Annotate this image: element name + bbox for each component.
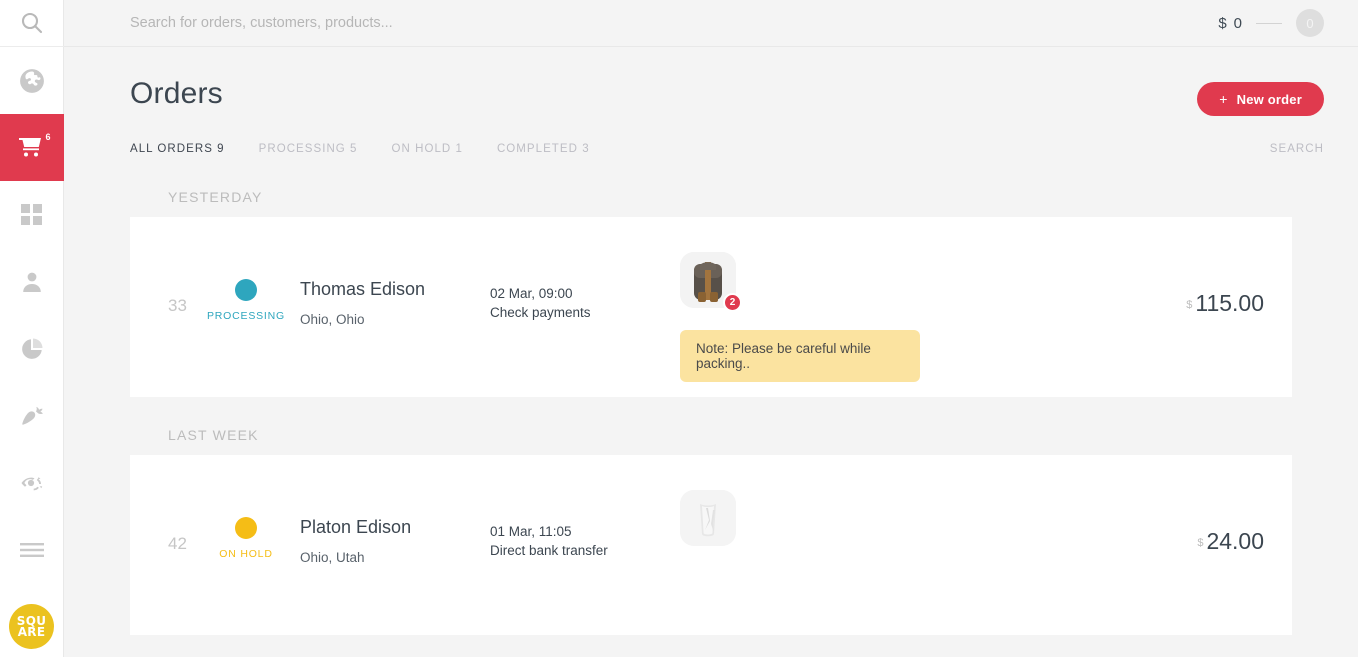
order-items (680, 455, 1062, 546)
grid-icon (20, 203, 43, 226)
sidebar-item-orders[interactable]: 6 (0, 114, 64, 181)
pie-chart-icon (20, 337, 44, 361)
tab-all-orders[interactable]: ALL ORDERS 9 (130, 143, 225, 155)
order-status: ON HOLD (192, 455, 300, 560)
order-payment-method: Direct bank transfer (490, 542, 608, 558)
order-date: 02 Mar, 09:00 (490, 286, 573, 301)
sidebar-item-customers[interactable] (0, 248, 64, 315)
price-currency: $ (1186, 299, 1193, 311)
cart-currency: $ (1218, 14, 1227, 32)
globe-icon (19, 68, 45, 94)
sidebar-item-analytics[interactable] (0, 315, 64, 382)
price-value: 115.00 (1195, 290, 1264, 316)
sidebar-item-dashboard[interactable] (0, 181, 64, 248)
cart-count-badge[interactable]: 0 (1296, 9, 1324, 37)
order-note: Note: Please be careful while packing.. (680, 330, 920, 382)
order-price: $24.00 (1062, 455, 1292, 555)
eye-sync-icon (19, 472, 45, 494)
order-date: 01 Mar, 11:05 (490, 524, 572, 539)
order-customer: Platon Edison Ohio, Utah (300, 455, 490, 565)
status-dot-icon (235, 279, 257, 301)
group-label-last-week: LAST WEEK (168, 427, 259, 443)
app-root: 6 SQU ARE Search for orders, customers, … (0, 0, 1358, 657)
group-label-yesterday: YESTERDAY (168, 189, 263, 205)
tab-processing[interactable]: PROCESSING 5 (259, 143, 358, 155)
customer-location: Ohio, Ohio (300, 312, 365, 327)
status-label: PROCESSING (206, 310, 285, 322)
sidebar-item-sync[interactable] (0, 449, 64, 516)
tabs-row: ALL ORDERS 9 PROCESSING 5 ON HOLD 1 COMP… (64, 143, 1358, 155)
product-thumbnail-wrap[interactable]: 2 (680, 252, 742, 312)
order-customer: Thomas Edison Ohio, Ohio (300, 217, 490, 327)
order-meta: 01 Mar, 11:05 Direct bank transfer (490, 455, 680, 560)
sidebar: 6 SQU ARE (0, 0, 64, 657)
sidebar-item-globe[interactable] (0, 47, 64, 114)
product-thumbnail-vase (680, 490, 736, 546)
price-currency: $ (1197, 537, 1204, 549)
order-status: PROCESSING (192, 217, 300, 322)
topbar-divider (1256, 22, 1282, 24)
topbar-right: $0 0 (1218, 9, 1324, 37)
customer-name: Thomas Edison (300, 279, 426, 299)
main-content: $0 0 Orders + New order ALL ORDERS 9 PRO… (64, 0, 1358, 657)
sidebar-item-search[interactable] (0, 0, 64, 47)
order-payment-method: Check payments (490, 304, 591, 320)
orders-list: YESTERDAY 33 PROCESSING Thomas Edison Oh… (64, 189, 1358, 635)
person-icon (20, 270, 44, 294)
customer-name: Platon Edison (300, 517, 412, 537)
new-order-label: New order (1236, 91, 1302, 107)
tab-completed[interactable]: COMPLETED 3 (497, 143, 590, 155)
tab-on-hold[interactable]: ON HOLD 1 (392, 143, 463, 155)
sidebar-item-menu[interactable] (0, 516, 64, 583)
app-logo: SQU ARE (9, 604, 54, 649)
search-icon (20, 11, 44, 35)
cart-amount-value: 0 (1233, 14, 1242, 32)
cart-icon (17, 135, 47, 161)
hamburger-icon (19, 542, 44, 558)
sidebar-item-products[interactable] (0, 382, 64, 449)
product-thumbnail-wrap[interactable] (680, 490, 736, 546)
carrot-icon (19, 403, 44, 428)
cart-total: $0 (1218, 15, 1242, 32)
order-number: 42 (168, 534, 187, 553)
page-header: Orders + New order (64, 47, 1358, 116)
status-label: ON HOLD (219, 548, 273, 560)
search-input[interactable] (130, 15, 1219, 31)
order-items: 2 Note: Please be careful while packing.… (680, 217, 1062, 382)
cart-badge: 6 (45, 132, 51, 142)
order-price: $115.00 (1062, 217, 1292, 317)
item-quantity-badge: 2 (723, 293, 742, 312)
customer-location: Ohio, Utah (300, 550, 365, 565)
new-order-button[interactable]: + New order (1197, 82, 1324, 116)
table-row[interactable]: 42 ON HOLD Platon Edison Ohio, Utah 01 M… (130, 455, 1292, 635)
page-title: Orders (130, 77, 223, 110)
order-meta: 02 Mar, 09:00 Check payments (490, 217, 680, 322)
order-number: 33 (168, 296, 187, 315)
search-link[interactable]: SEARCH (1270, 143, 1324, 155)
top-bar: $0 0 (64, 0, 1358, 47)
logo-line-2: ARE (17, 624, 46, 639)
order-tabs: ALL ORDERS 9 PROCESSING 5 ON HOLD 1 COMP… (130, 143, 590, 155)
price-value: 24.00 (1206, 528, 1264, 554)
table-row[interactable]: 33 PROCESSING Thomas Edison Ohio, Ohio 0… (130, 217, 1292, 397)
status-dot-icon (235, 517, 257, 539)
plus-icon: + (1219, 91, 1228, 107)
